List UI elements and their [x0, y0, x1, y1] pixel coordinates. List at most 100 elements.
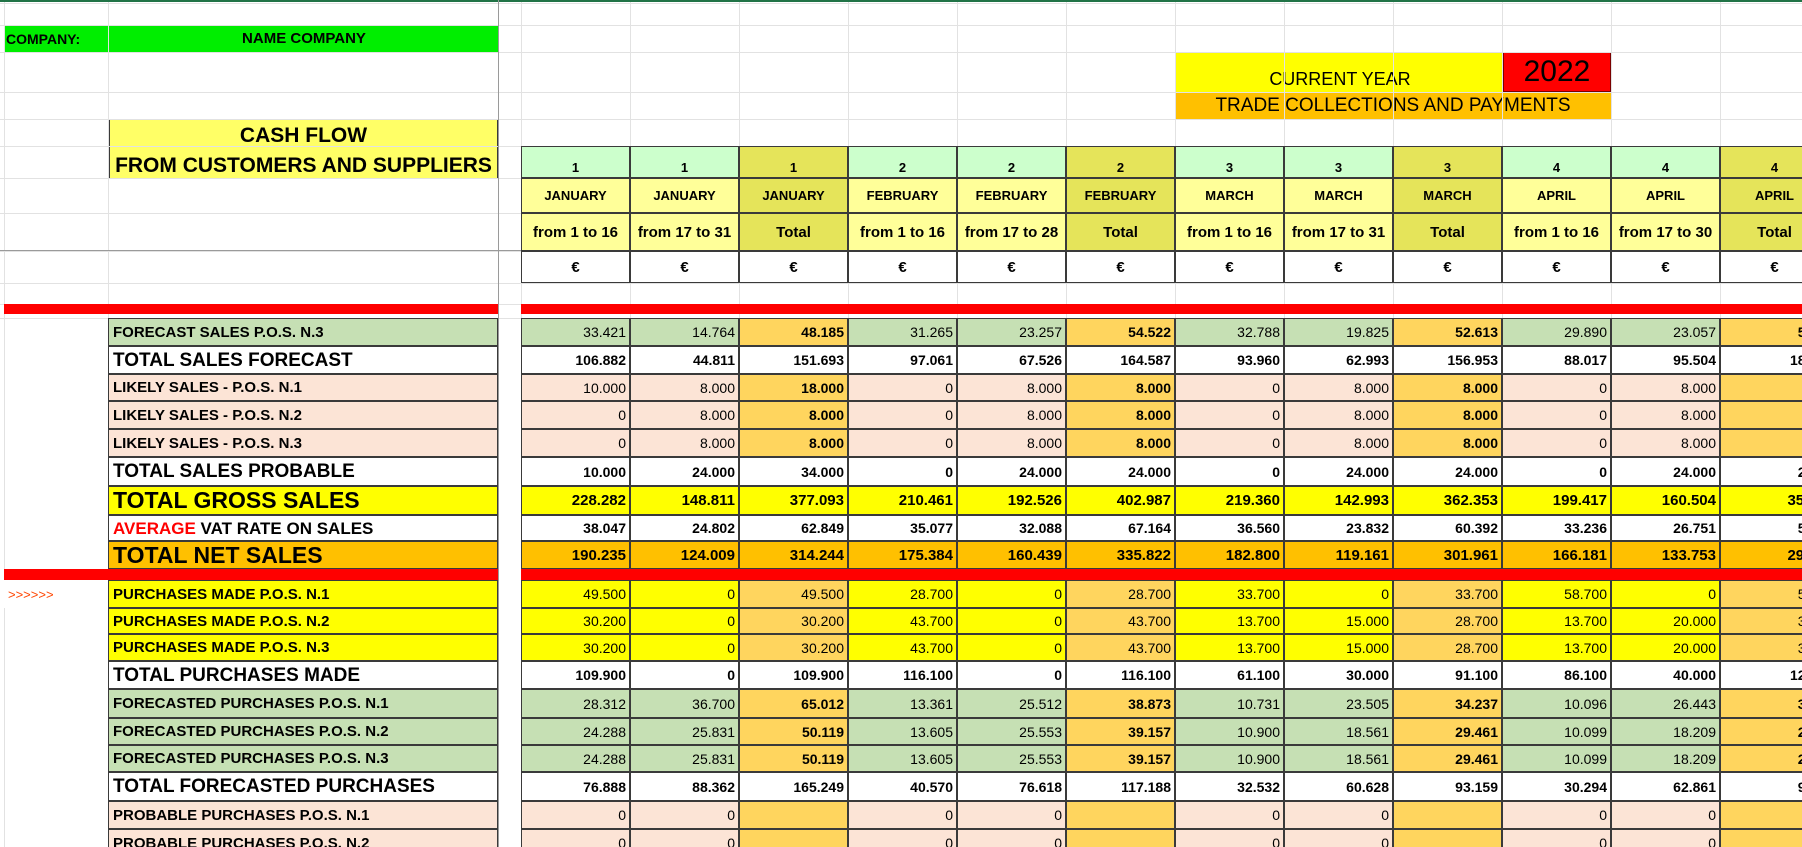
value-cell[interactable]: 13.700 — [1502, 634, 1611, 661]
value-cell[interactable]: 0 — [957, 801, 1066, 829]
value-cell[interactable]: 28.700 — [1393, 634, 1502, 661]
value-cell[interactable]: 362.353 — [1393, 486, 1502, 515]
value-cell[interactable]: 0 — [1611, 801, 1720, 829]
value-cell[interactable]: 30.294 — [1502, 772, 1611, 801]
value-cell[interactable]: 151.693 — [739, 346, 848, 374]
column-currency-header[interactable]: € — [1393, 251, 1502, 283]
value-cell[interactable]: 0 — [1502, 429, 1611, 457]
value-cell[interactable]: 8.000 — [957, 429, 1066, 457]
value-cell[interactable]: 109.900 — [521, 661, 630, 689]
value-cell[interactable]: 29.461 — [1393, 718, 1502, 745]
value-cell[interactable]: 0 — [1175, 457, 1284, 486]
value-cell[interactable]: 59.9 — [1720, 515, 1802, 541]
value-cell[interactable]: 62.849 — [739, 515, 848, 541]
value-cell[interactable]: 192.526 — [957, 486, 1066, 515]
column-number-header[interactable]: 2 — [957, 146, 1066, 178]
value-cell[interactable]: 0 — [1502, 801, 1611, 829]
value-cell[interactable]: 210.461 — [848, 486, 957, 515]
column-number-header[interactable]: 4 — [1502, 146, 1611, 178]
column-period-header[interactable]: from 1 to 16 — [848, 213, 957, 251]
value-cell[interactable]: 31.265 — [848, 318, 957, 346]
value-cell[interactable]: 18.209 — [1611, 718, 1720, 745]
value-cell[interactable]: 0 — [848, 374, 957, 401]
value-cell[interactable]: 8.000 — [957, 401, 1066, 429]
value-cell[interactable] — [1393, 829, 1502, 847]
value-cell[interactable]: 301.961 — [1393, 541, 1502, 569]
row-label[interactable]: LIKELY SALES - P.O.S. N.2 — [108, 401, 498, 429]
value-cell[interactable]: 0 — [1175, 829, 1284, 847]
value-cell[interactable]: 52.613 — [1393, 318, 1502, 346]
value-cell[interactable]: 335.822 — [1066, 541, 1175, 569]
value-cell[interactable]: 199.417 — [1502, 486, 1611, 515]
value-cell[interactable]: 165.249 — [739, 772, 848, 801]
value-cell[interactable]: 133.753 — [1611, 541, 1720, 569]
row-label[interactable]: LIKELY SALES - P.O.S. N.3 — [108, 429, 498, 457]
value-cell[interactable]: 28.700 — [848, 580, 957, 608]
value-cell[interactable]: 76.888 — [521, 772, 630, 801]
value-cell[interactable]: 24.000 — [957, 457, 1066, 486]
value-cell[interactable]: 32.532 — [1175, 772, 1284, 801]
column-month-header[interactable]: MARCH — [1393, 178, 1502, 213]
value-cell[interactable]: 8.000 — [1284, 374, 1393, 401]
value-cell[interactable]: 0 — [521, 429, 630, 457]
value-cell[interactable]: 49.500 — [739, 580, 848, 608]
column-period-header[interactable]: Total — [1720, 213, 1802, 251]
column-number-header[interactable]: 4 — [1720, 146, 1802, 178]
value-cell[interactable] — [1066, 829, 1175, 847]
value-cell[interactable]: 116.100 — [1066, 661, 1175, 689]
value-cell[interactable]: 0 — [630, 608, 739, 634]
value-cell[interactable]: 28.700 — [1393, 608, 1502, 634]
value-cell[interactable]: 62.993 — [1284, 346, 1393, 374]
column-month-header[interactable]: MARCH — [1175, 178, 1284, 213]
column-period-header[interactable]: Total — [1393, 213, 1502, 251]
value-cell[interactable]: 67.164 — [1066, 515, 1175, 541]
value-cell[interactable]: 124.009 — [630, 541, 739, 569]
value-cell[interactable] — [1720, 801, 1802, 829]
value-cell[interactable]: 126.1 — [1720, 661, 1802, 689]
column-month-header[interactable]: JANUARY — [630, 178, 739, 213]
row-label[interactable]: TOTAL NET SALES — [108, 541, 498, 569]
column-month-header[interactable]: MARCH — [1284, 178, 1393, 213]
row-label[interactable]: FORECAST SALES P.O.S. N.3 — [108, 318, 498, 346]
value-cell[interactable]: 359.9 — [1720, 486, 1802, 515]
column-period-header[interactable]: from 1 to 16 — [1175, 213, 1284, 251]
value-cell[interactable]: 28.3 — [1720, 718, 1802, 745]
value-cell[interactable]: 97.061 — [848, 346, 957, 374]
value-cell[interactable]: 8.000 — [1611, 374, 1720, 401]
value-cell[interactable]: 91.100 — [1393, 661, 1502, 689]
value-cell[interactable]: 20.000 — [1611, 608, 1720, 634]
row-label[interactable]: TOTAL FORECASTED PURCHASES — [108, 772, 498, 801]
value-cell[interactable]: 23.505 — [1284, 689, 1393, 718]
value-cell[interactable]: 43.700 — [1066, 634, 1175, 661]
row-label[interactable]: AVERAGE VAT RATE ON SALES — [108, 515, 498, 541]
value-cell[interactable]: 32.788 — [1175, 318, 1284, 346]
value-cell[interactable]: 36.5 — [1720, 689, 1802, 718]
value-cell[interactable]: 25.553 — [957, 718, 1066, 745]
value-cell[interactable]: 60.628 — [1284, 772, 1393, 801]
value-cell[interactable]: 160.504 — [1611, 486, 1720, 515]
value-cell[interactable]: 23.057 — [1611, 318, 1720, 346]
row-label[interactable]: PROBABLE PURCHASES P.O.S. N.2 — [108, 829, 498, 847]
row-label[interactable]: PURCHASES MADE P.O.S. N.3 — [108, 634, 498, 661]
value-cell[interactable]: 25.831 — [630, 718, 739, 745]
value-cell[interactable]: 183.5 — [1720, 346, 1802, 374]
value-cell[interactable]: 0 — [957, 608, 1066, 634]
column-month-header[interactable]: JANUARY — [521, 178, 630, 213]
value-cell[interactable]: 8.000 — [1284, 429, 1393, 457]
value-cell[interactable]: 8.000 — [1066, 401, 1175, 429]
value-cell[interactable] — [1720, 829, 1802, 847]
column-month-header[interactable]: APRIL — [1720, 178, 1802, 213]
value-cell[interactable]: 8.0 — [1720, 429, 1802, 457]
value-cell[interactable]: 0 — [1502, 457, 1611, 486]
row-label[interactable]: TOTAL PURCHASES MADE — [108, 661, 498, 689]
value-cell[interactable]: 50.119 — [739, 745, 848, 772]
column-number-header[interactable]: 4 — [1611, 146, 1720, 178]
value-cell[interactable]: 0 — [630, 634, 739, 661]
value-cell[interactable]: 10.099 — [1502, 745, 1611, 772]
column-currency-header[interactable]: € — [848, 251, 957, 283]
value-cell[interactable]: 24.000 — [1611, 457, 1720, 486]
value-cell[interactable]: 142.993 — [1284, 486, 1393, 515]
value-cell[interactable]: 0 — [1284, 829, 1393, 847]
value-cell[interactable]: 0 — [848, 801, 957, 829]
value-cell[interactable]: 67.526 — [957, 346, 1066, 374]
